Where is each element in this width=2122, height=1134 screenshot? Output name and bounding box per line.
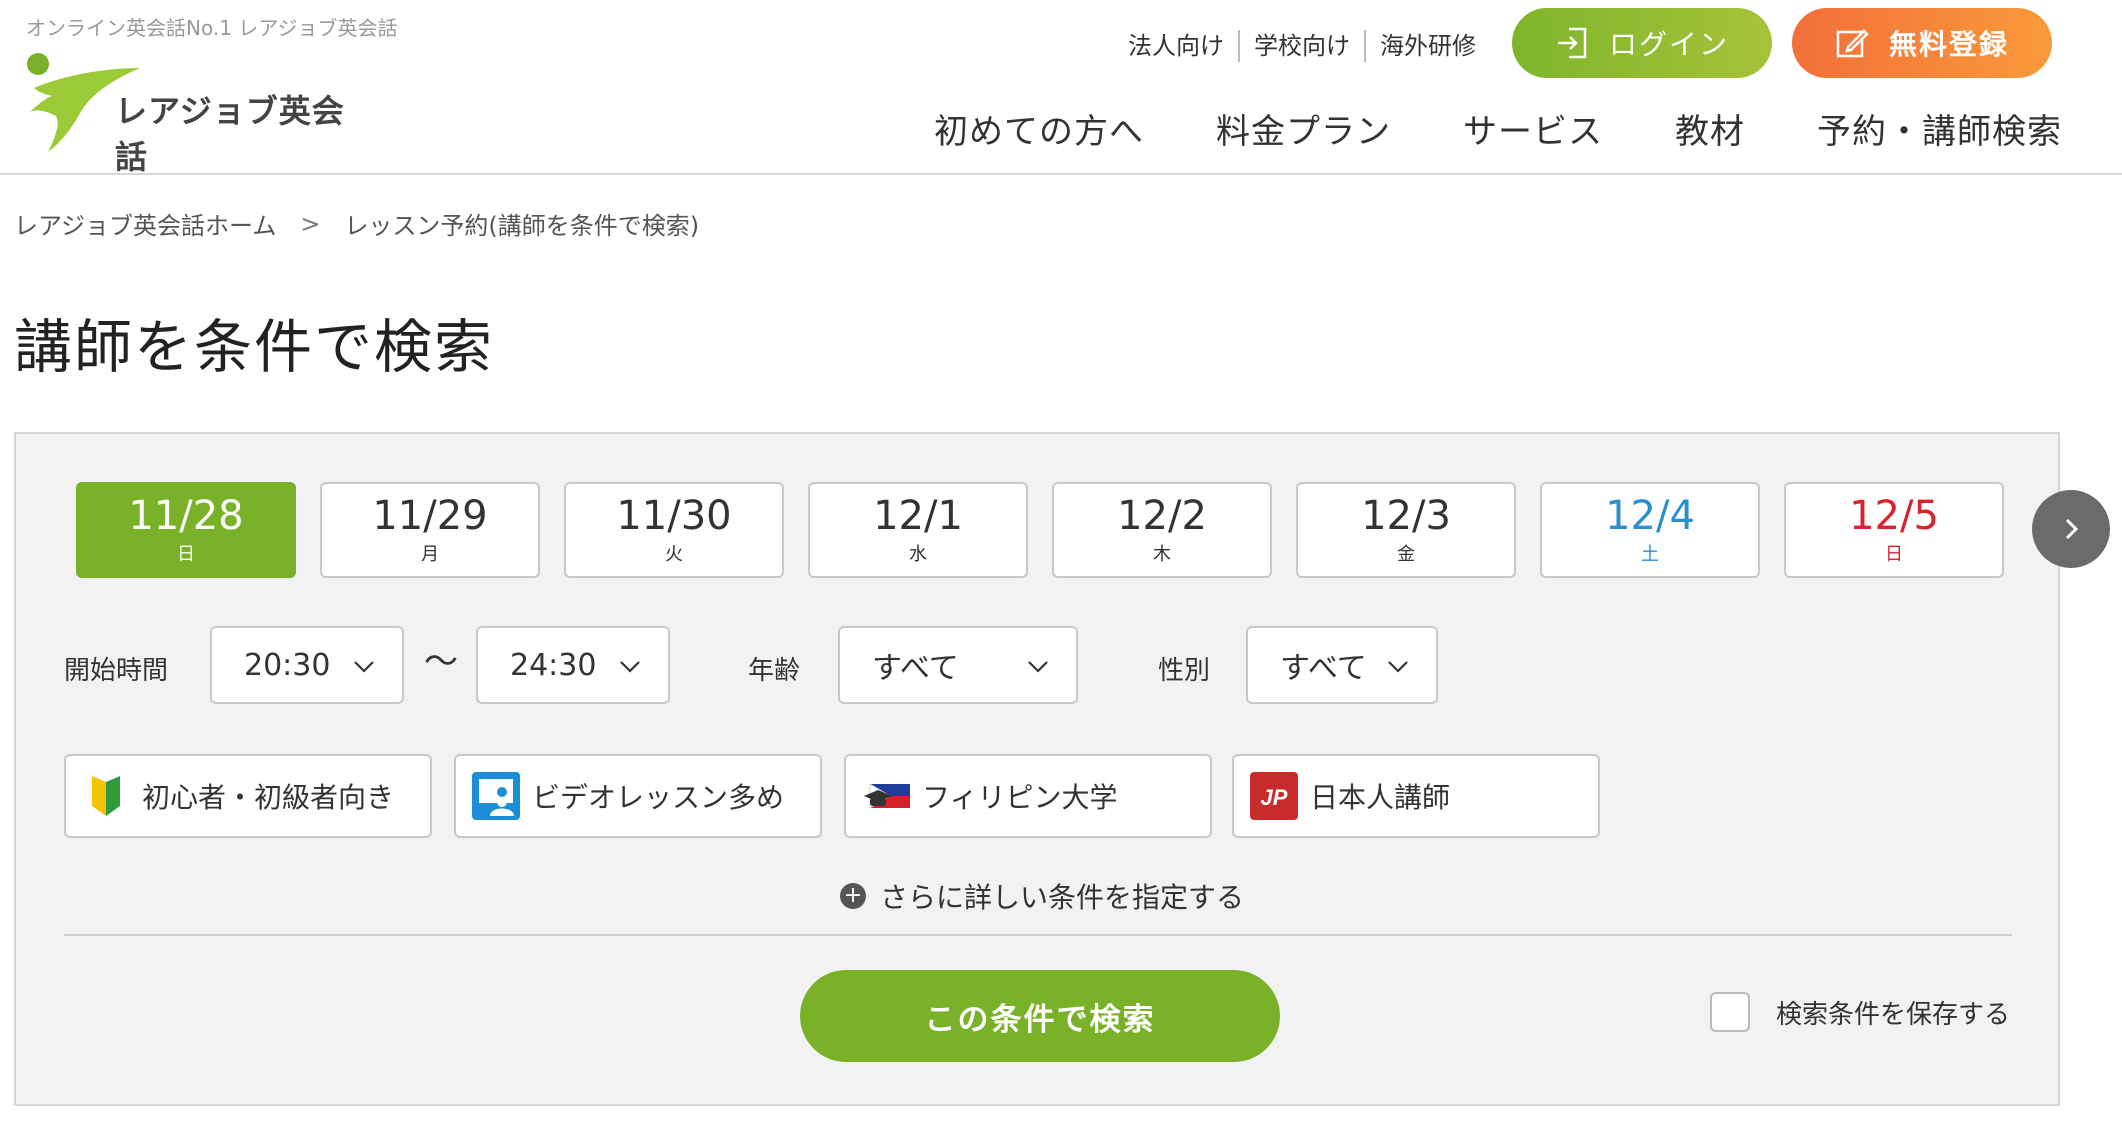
- page-title: 講師を条件で検索: [14, 313, 495, 381]
- category-label: フィリピン大学: [922, 781, 1118, 814]
- date-tab-weekday: 水: [909, 544, 927, 565]
- start-time-to-select[interactable]: 24:30: [476, 626, 670, 704]
- register-label: 無料登録: [1888, 28, 2009, 61]
- philippine-university-icon: [862, 772, 910, 820]
- chevron-down-icon: [1388, 661, 1408, 673]
- category-video-button[interactable]: ビデオレッスン多め: [454, 754, 822, 838]
- nav-item-materials[interactable]: 教材: [1675, 104, 1745, 153]
- util-link-school[interactable]: 学校向け: [1238, 30, 1364, 62]
- date-tab[interactable]: 11/29 月: [320, 482, 540, 578]
- date-tab-weekday: 木: [1153, 544, 1171, 565]
- nav-item-services[interactable]: サービス: [1463, 104, 1603, 153]
- breadcrumb-separator: >: [300, 209, 321, 238]
- main-nav: 初めての方へ 料金プラン サービス 教材 予約・講師検索: [862, 104, 2062, 153]
- category-label: ビデオレッスン多め: [532, 781, 785, 814]
- jp-badge-text: JP: [1261, 785, 1288, 810]
- search-panel: 11/28 日 11/29 月 11/30 火 12/1 水 12/2 木 12…: [14, 432, 2060, 1106]
- logo-text: レアジョブ英会話: [115, 92, 345, 176]
- page: オンライン英会話No.1 レアジョブ英会話 レアジョブ英会話 法人向け 学校向け…: [0, 0, 2122, 1134]
- category-label: 日本人講師: [1310, 781, 1451, 814]
- start-time-to-value: 24:30: [510, 647, 597, 683]
- login-icon: [1557, 27, 1587, 59]
- more-conditions-link[interactable]: + さらに詳しい条件を指定する: [840, 876, 1244, 916]
- age-label: 年齢: [748, 656, 801, 686]
- nav-item-pricing[interactable]: 料金プラン: [1216, 104, 1391, 153]
- save-conditions[interactable]: 検索条件を保存する: [1710, 992, 2010, 1032]
- nav-item-booking[interactable]: 予約・講師検索: [1817, 104, 2062, 153]
- date-tab-date: 11/30: [616, 493, 732, 539]
- save-conditions-label: 検索条件を保存する: [1776, 999, 2011, 1030]
- date-tab[interactable]: 12/4 土: [1540, 482, 1760, 578]
- time-range-tilde: 〜: [424, 642, 458, 682]
- date-tab[interactable]: 11/28 日: [76, 482, 296, 578]
- chevron-down-icon: [1028, 661, 1048, 673]
- header-tagline: オンライン英会話No.1 レアジョブ英会話: [26, 16, 398, 40]
- video-lesson-icon: [472, 772, 520, 820]
- date-tab-date: 12/1: [873, 493, 963, 539]
- gender-value: すべて: [1280, 651, 1367, 686]
- category-label: 初心者・初級者向き: [142, 781, 395, 814]
- chevron-right-icon: [2065, 518, 2079, 540]
- gender-select[interactable]: すべて: [1246, 626, 1438, 704]
- start-time-from-value: 20:30: [244, 647, 331, 683]
- category-beginner-button[interactable]: 初心者・初級者向き: [64, 754, 432, 838]
- next-dates-button[interactable]: [2032, 490, 2110, 568]
- date-tab-date: 11/28: [128, 493, 244, 539]
- breadcrumb: レアジョブ英会話ホーム > レッスン予約(講師を条件で検索): [14, 206, 699, 241]
- start-time-from-select[interactable]: 20:30: [210, 626, 404, 704]
- age-select[interactable]: すべて: [838, 626, 1078, 704]
- plus-circle-icon: +: [840, 883, 866, 909]
- date-tab-weekday: 土: [1641, 544, 1659, 565]
- save-conditions-checkbox[interactable]: [1710, 992, 1750, 1032]
- breadcrumb-home[interactable]: レアジョブ英会話ホーム: [14, 206, 276, 241]
- date-tab-weekday: 日: [1885, 544, 1903, 565]
- date-tab[interactable]: 12/3 金: [1296, 482, 1516, 578]
- date-tab-date: 12/5: [1849, 493, 1939, 539]
- date-tab[interactable]: 12/2 木: [1052, 482, 1272, 578]
- age-value: すべて: [872, 651, 959, 686]
- date-tab[interactable]: 12/1 水: [808, 482, 1028, 578]
- date-tab[interactable]: 12/5 日: [1784, 482, 2004, 578]
- panel-divider: [64, 934, 2012, 936]
- date-tab-weekday: 金: [1397, 544, 1415, 565]
- date-tab-date: 11/29: [372, 493, 488, 539]
- date-tab-date: 12/2: [1117, 493, 1207, 539]
- japanese-teacher-icon: JP: [1250, 772, 1298, 820]
- search-button[interactable]: この条件で検索: [800, 970, 1280, 1062]
- site-header: オンライン英会話No.1 レアジョブ英会話 レアジョブ英会話 法人向け 学校向け…: [0, 0, 2122, 176]
- date-tab-date: 12/4: [1605, 493, 1695, 539]
- date-tab[interactable]: 11/30 火: [564, 482, 784, 578]
- site-logo[interactable]: レアジョブ英会話: [22, 50, 372, 176]
- more-conditions-label: さらに詳しい条件を指定する: [880, 881, 1245, 914]
- gender-label: 性別: [1158, 656, 1211, 686]
- util-link-corporate[interactable]: 法人向け: [1114, 30, 1238, 62]
- chevron-down-icon: [620, 661, 640, 673]
- date-tab-date: 12/3: [1361, 493, 1451, 539]
- start-time-label: 開始時間: [64, 656, 169, 686]
- date-tab-weekday: 日: [177, 544, 195, 565]
- util-link-overseas[interactable]: 海外研修: [1364, 30, 1490, 62]
- register-button[interactable]: 無料登録: [1792, 8, 2052, 78]
- date-tab-weekday: 火: [665, 544, 683, 565]
- breadcrumb-current: レッスン予約(講師を条件で検索): [344, 212, 700, 240]
- edit-icon: [1836, 29, 1869, 58]
- login-button[interactable]: ログイン: [1512, 8, 1772, 78]
- nav-item-first-time[interactable]: 初めての方へ: [934, 104, 1144, 153]
- chevron-down-icon: [354, 661, 374, 673]
- date-tab-weekday: 月: [421, 544, 439, 565]
- utility-links: 法人向け 学校向け 海外研修: [1114, 28, 1490, 64]
- login-label: ログイン: [1608, 28, 1729, 61]
- category-japanese-teacher-button[interactable]: JP 日本人講師: [1232, 754, 1600, 838]
- beginner-mark-icon: [82, 772, 130, 820]
- category-philippine-university-button[interactable]: フィリピン大学: [844, 754, 1212, 838]
